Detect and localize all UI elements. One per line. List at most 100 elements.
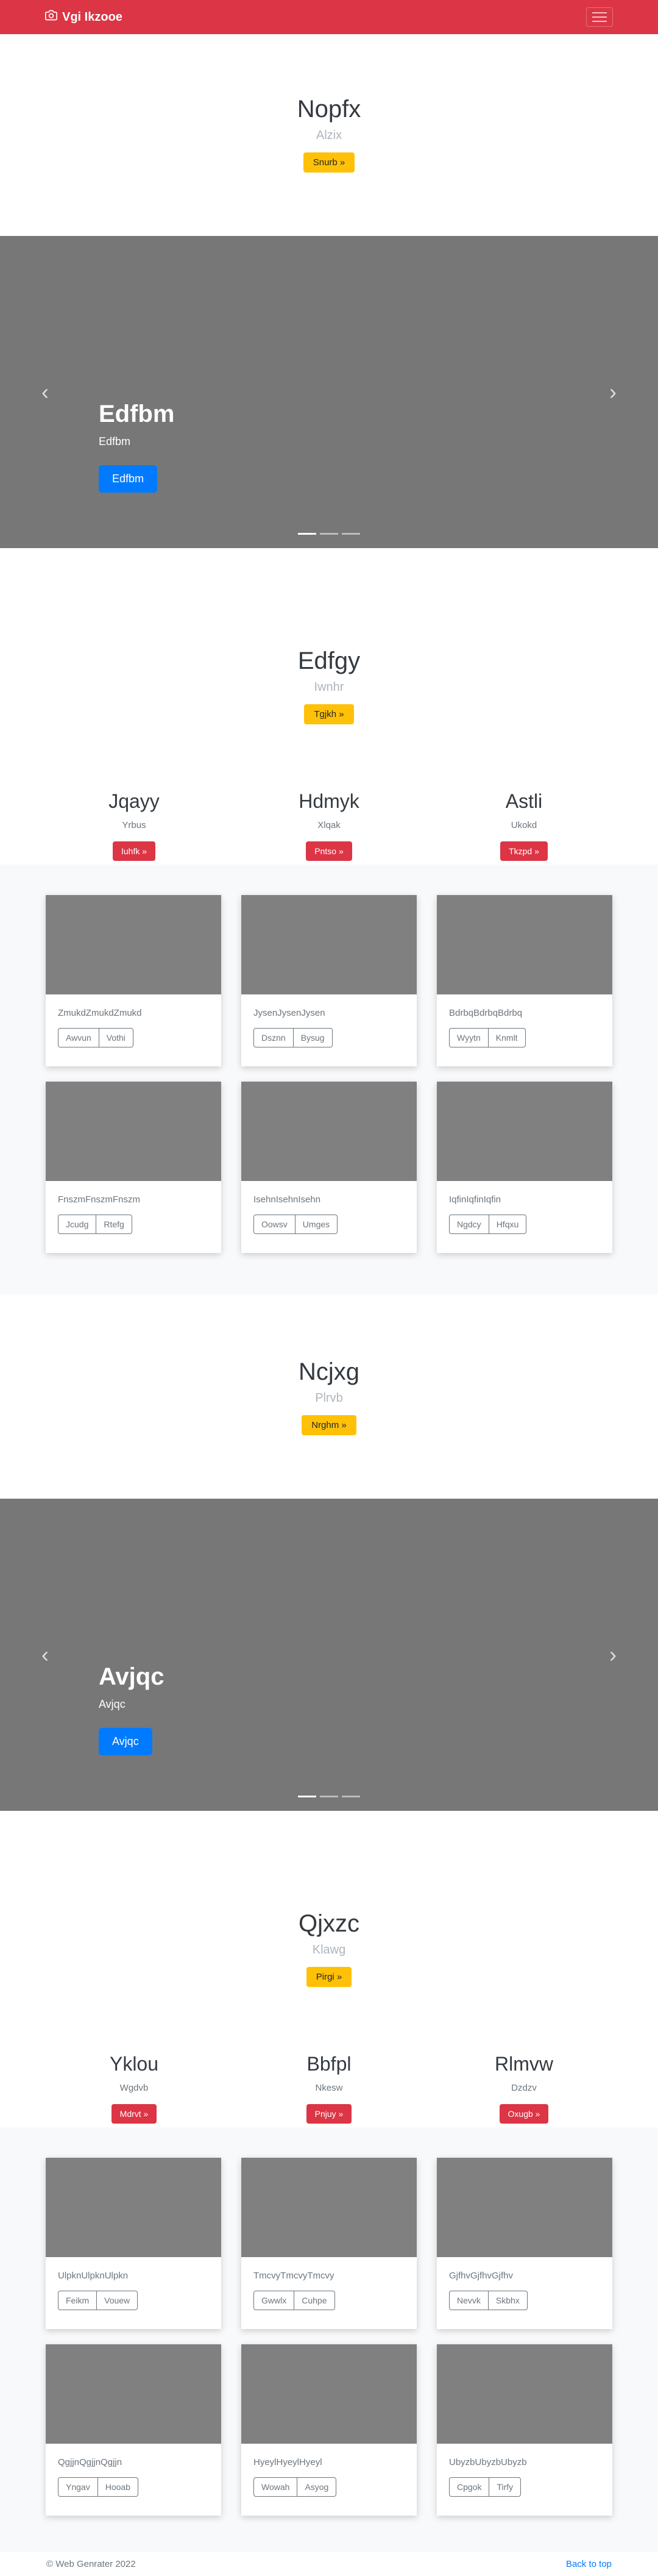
feature-button[interactable]: Mdrvt » xyxy=(111,2104,157,2124)
card-button[interactable]: Tirfy xyxy=(489,2477,522,2497)
card-button[interactable]: Nevvk xyxy=(449,2291,489,2310)
back-to-top-link[interactable]: Back to top xyxy=(566,2559,612,2569)
carousel-indicator[interactable] xyxy=(320,1796,338,1797)
carousel-button[interactable]: Avjqc xyxy=(99,1728,152,1755)
hero-button[interactable]: Snurb » xyxy=(303,152,355,173)
card-button[interactable]: Yngav xyxy=(58,2477,98,2497)
feature-title: Bbfpl xyxy=(306,2053,352,2075)
card-button[interactable]: Awvun xyxy=(58,1028,99,1047)
menu-toggle-button[interactable] xyxy=(586,7,613,27)
carousel-indicator[interactable] xyxy=(320,533,338,535)
card-button-group: Yngav Hooab xyxy=(58,2477,138,2497)
navbar-brand[interactable]: Vgi Ikzooe xyxy=(45,9,122,25)
card-button[interactable]: Skbhx xyxy=(488,2291,528,2310)
feature-column: Astli Ukokd Tkzpd » xyxy=(457,790,591,861)
feature-columns: Yklou Wgdvb Mdrvt » Bbfpl Nkesw Pnjuy » … xyxy=(0,2053,658,2124)
hero-title: Nopfx xyxy=(297,96,361,123)
card-grid: ZmukdZmukdZmukd Awvun Vothi JysenJysenJy… xyxy=(46,895,612,1253)
carousel-indicators xyxy=(0,1796,658,1797)
feature-title: Yklou xyxy=(109,2053,159,2075)
card-text: UlpknUlpknUlpkn xyxy=(58,2271,129,2281)
card-button[interactable]: Asyog xyxy=(297,2477,337,2497)
carousel-indicator[interactable] xyxy=(298,1796,316,1797)
card-text: BdrbqBdrbqBdrbq xyxy=(449,1008,523,1018)
feature-columns: Jqayy Yrbus Iuhfk » Hdmyk Xlqak Pntso » … xyxy=(0,790,658,861)
carousel-indicator[interactable] xyxy=(342,533,360,535)
card-button[interactable]: Oowsv xyxy=(253,1215,295,1234)
card-button-group: Gwwlx Cuhpe xyxy=(253,2291,335,2310)
card-thumbnail xyxy=(241,895,417,994)
card-button[interactable]: Dsznn xyxy=(253,1028,294,1047)
feature-column: Hdmyk Xlqak Pntso » xyxy=(262,790,396,861)
card-thumbnail xyxy=(241,1082,417,1181)
card-text: ZmukdZmukdZmukd xyxy=(58,1008,142,1018)
album-section: UlpknUlpknUlpkn Feikm Vouew TmcvyTmcvyTm… xyxy=(0,2127,658,2552)
carousel-indicators xyxy=(0,533,658,535)
card-button[interactable]: Knmlt xyxy=(488,1028,526,1047)
carousel-indicator[interactable] xyxy=(342,1796,360,1797)
card-thumbnail xyxy=(241,2158,417,2257)
card-button[interactable]: Hfqxu xyxy=(489,1215,527,1234)
card-button[interactable]: Vothi xyxy=(99,1028,133,1047)
card-text: HyeylHyeylHyeyl xyxy=(253,2457,322,2467)
card-thumbnail xyxy=(46,2344,221,2444)
hero-button[interactable]: Nrghm » xyxy=(302,1415,356,1435)
card-button[interactable]: Cpgok xyxy=(449,2477,490,2497)
album-section: ZmukdZmukdZmukd Awvun Vothi JysenJysenJy… xyxy=(0,865,658,1294)
carousel: ‹ › Avjqc Avjqc Avjqc xyxy=(0,1499,658,1811)
carousel-next-icon[interactable]: › xyxy=(609,381,617,403)
carousel-button[interactable]: Edfbm xyxy=(99,465,158,493)
card-thumbnail xyxy=(437,2158,612,2257)
carousel-prev-icon[interactable]: ‹ xyxy=(41,1644,49,1666)
feature-button[interactable]: Pnjuy » xyxy=(306,2104,352,2124)
carousel-next-icon[interactable]: › xyxy=(609,1644,617,1666)
card-button[interactable]: Jcudg xyxy=(58,1215,97,1234)
carousel-indicator[interactable] xyxy=(298,533,316,535)
card-button[interactable]: Ngdcy xyxy=(449,1215,489,1234)
card-thumbnail xyxy=(46,1082,221,1181)
footer: © Web Genrater 2022 Back to top xyxy=(0,2552,658,2576)
feature-button[interactable]: Oxugb » xyxy=(499,2104,549,2124)
carousel-caption: Avjqc Avjqc Avjqc xyxy=(99,1663,164,1755)
hero-title: Qjxzc xyxy=(299,1910,359,1937)
card-button-group: Nevvk Skbhx xyxy=(449,2291,528,2310)
card-button[interactable]: Wyytn xyxy=(449,1028,489,1047)
feature-button[interactable]: Iuhfk » xyxy=(112,841,156,861)
card-text: QgjjnQgjjnQgjjn xyxy=(58,2457,122,2467)
card-button[interactable]: Wowah xyxy=(253,2477,298,2497)
hero-button[interactable]: Tgjkh » xyxy=(304,704,354,724)
card-button[interactable]: Umges xyxy=(295,1215,338,1234)
feature-button[interactable]: Pntso » xyxy=(306,841,352,861)
hero-lead: Plrvb xyxy=(315,1391,343,1405)
card-text: IsehnIsehnIsehn xyxy=(253,1194,321,1205)
hamburger-icon xyxy=(592,12,607,13)
carousel-prev-icon[interactable]: ‹ xyxy=(41,381,49,403)
card-thumbnail xyxy=(437,895,612,994)
feature-text: Dzdzv xyxy=(511,2083,537,2093)
card-thumbnail xyxy=(437,1082,612,1181)
card-button[interactable]: Gwwlx xyxy=(253,2291,295,2310)
card-text: JysenJysenJysen xyxy=(253,1008,325,1018)
feature-button[interactable]: Tkzpd » xyxy=(500,841,548,861)
card-button[interactable]: Bysug xyxy=(293,1028,333,1047)
hero-lead: Klawg xyxy=(312,1943,346,1957)
hero-section-2: Edfgy Iwnhr Tgjkh » xyxy=(0,646,658,724)
card-button-group: Awvun Vothi xyxy=(58,1028,133,1047)
card-button-group: Ngdcy Hfqxu xyxy=(449,1215,527,1234)
card-grid: UlpknUlpknUlpkn Feikm Vouew TmcvyTmcvyTm… xyxy=(46,2158,612,2516)
card-button[interactable]: Cuhpe xyxy=(294,2291,335,2310)
card: IsehnIsehnIsehn Oowsv Umges xyxy=(241,1082,417,1253)
card-text: UbyzbUbyzbUbyzb xyxy=(449,2457,527,2467)
card-button[interactable]: Vouew xyxy=(97,2291,138,2310)
card-button[interactable]: Rtefg xyxy=(96,1215,132,1234)
carousel: ‹ › Edfbm Edfbm Edfbm xyxy=(0,236,658,548)
card-button[interactable]: Feikm xyxy=(58,2291,97,2310)
hero-section-2: Qjxzc Klawg Pirgi » xyxy=(0,1909,658,1987)
feature-text: Xlqak xyxy=(317,820,341,830)
feature-text: Wgdvb xyxy=(119,2083,149,2093)
carousel-title: Avjqc xyxy=(99,1663,164,1690)
feature-column: Yklou Wgdvb Mdrvt » xyxy=(67,2053,201,2124)
hero-button[interactable]: Pirgi » xyxy=(306,1967,352,1987)
card-button-group: Jcudg Rtefg xyxy=(58,1215,132,1234)
card-button[interactable]: Hooab xyxy=(97,2477,138,2497)
